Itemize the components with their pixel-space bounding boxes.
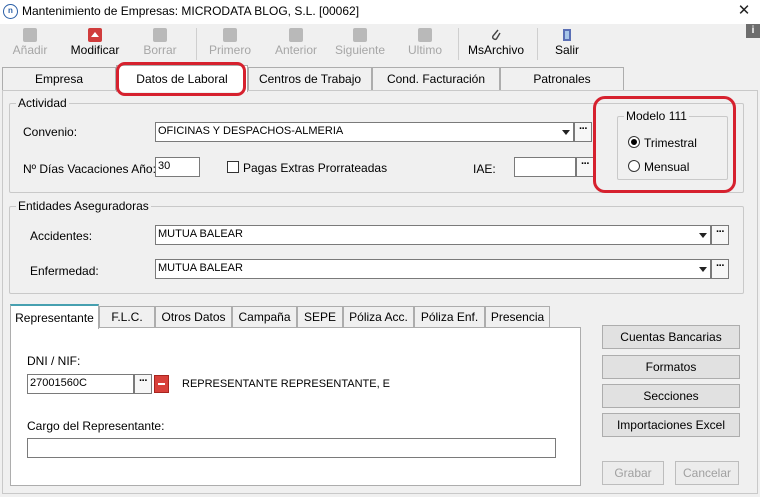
pagas-extras-checkbox[interactable] bbox=[227, 161, 239, 173]
previous-icon bbox=[289, 28, 303, 42]
subtab-poliza-acc[interactable]: Póliza Acc. bbox=[343, 306, 414, 328]
toolbar: Añadir Modificar Borrar Primero Anterior… bbox=[0, 24, 760, 64]
representante-name: REPRESENTANTE REPRESENTANTE, E bbox=[182, 378, 391, 390]
archive-button[interactable]: MsArchivo bbox=[465, 26, 527, 62]
exit-door-icon bbox=[563, 29, 571, 41]
last-icon bbox=[418, 28, 432, 42]
add-icon bbox=[23, 28, 37, 42]
cargo-label: Cargo del Representante: bbox=[27, 419, 165, 433]
last-button[interactable]: Ultimo bbox=[402, 26, 448, 62]
toolbar-separator bbox=[458, 28, 459, 60]
entidades-group: Entidades Aseguradoras bbox=[9, 199, 744, 294]
accidentes-combo[interactable]: MUTUA BALEAR bbox=[155, 225, 711, 245]
previous-button[interactable]: Anterior bbox=[270, 26, 322, 62]
chevron-down-icon[interactable] bbox=[696, 260, 710, 278]
subtab-sepe[interactable]: SEPE bbox=[297, 306, 343, 328]
subtab-campana[interactable]: Campaña bbox=[232, 306, 297, 328]
next-button[interactable]: Siguiente bbox=[333, 26, 387, 62]
first-button[interactable]: Primero bbox=[204, 26, 256, 62]
tab-centros-trabajo[interactable]: Centros de Trabajo bbox=[248, 67, 372, 91]
actividad-title: Actividad bbox=[16, 96, 69, 110]
info-icon[interactable]: i bbox=[746, 24, 760, 38]
accidentes-browse-button[interactable]: ··· bbox=[711, 225, 729, 245]
convenio-label: Convenio: bbox=[23, 125, 78, 139]
delete-icon bbox=[153, 28, 167, 42]
tab-patronales[interactable]: Patronales bbox=[500, 67, 624, 91]
pagas-extras-label: Pagas Extras Prorrateadas bbox=[243, 161, 388, 175]
tab-cond-facturacion[interactable]: Cond. Facturación bbox=[372, 67, 500, 91]
formatos-button[interactable]: Formatos bbox=[602, 355, 740, 379]
enfermedad-browse-button[interactable]: ··· bbox=[711, 259, 729, 279]
vacaciones-label: Nº Días Vacaciones Año: bbox=[23, 162, 156, 176]
next-icon bbox=[353, 28, 367, 42]
subtab-presencia[interactable]: Presencia bbox=[485, 306, 550, 328]
title-bar: n Mantenimiento de Empresas: MICRODATA B… bbox=[0, 0, 760, 24]
first-icon bbox=[223, 28, 237, 42]
enfermedad-combo[interactable]: MUTUA BALEAR bbox=[155, 259, 711, 279]
tab-datos-laboral[interactable]: Datos de Laboral bbox=[116, 65, 248, 92]
subtab-otros-datos[interactable]: Otros Datos bbox=[155, 306, 232, 328]
cancelar-button[interactable]: Cancelar bbox=[675, 461, 739, 485]
delete-button[interactable]: Borrar bbox=[138, 26, 182, 62]
exit-button[interactable]: Salir bbox=[548, 26, 586, 62]
importaciones-excel-button[interactable]: Importaciones Excel bbox=[602, 413, 740, 437]
modelo111-highlight-annotation bbox=[593, 96, 736, 193]
vacaciones-input[interactable]: 30 bbox=[155, 157, 200, 177]
convenio-browse-button[interactable]: ··· bbox=[574, 122, 592, 142]
modify-icon bbox=[88, 28, 102, 42]
chevron-down-icon[interactable] bbox=[559, 123, 573, 141]
cuentas-bancarias-button[interactable]: Cuentas Bancarias bbox=[602, 325, 740, 349]
app-icon: n bbox=[3, 4, 18, 19]
modify-button[interactable]: Modificar bbox=[64, 26, 126, 62]
toolbar-separator bbox=[196, 28, 197, 60]
enfermedad-label: Enfermedad: bbox=[30, 264, 99, 278]
dni-input[interactable]: 27001560C bbox=[27, 374, 134, 394]
subtab-flc[interactable]: F.L.C. bbox=[99, 306, 155, 328]
cargo-input[interactable] bbox=[27, 438, 556, 458]
iae-label: IAE: bbox=[473, 162, 496, 176]
dni-browse-button[interactable]: ··· bbox=[134, 374, 152, 394]
dni-label: DNI / NIF: bbox=[27, 354, 81, 368]
close-icon[interactable]: ✕ bbox=[736, 2, 752, 20]
delete-representative-icon[interactable] bbox=[154, 375, 169, 393]
iae-combo[interactable] bbox=[514, 157, 576, 177]
accidentes-label: Accidentes: bbox=[30, 229, 93, 243]
secciones-button[interactable]: Secciones bbox=[602, 384, 740, 408]
add-button[interactable]: Añadir bbox=[8, 26, 52, 62]
window-title: Mantenimiento de Empresas: MICRODATA BLO… bbox=[22, 4, 360, 18]
convenio-combo[interactable]: OFICINAS Y DESPACHOS-ALMERIA bbox=[155, 122, 574, 142]
representante-panel bbox=[10, 327, 581, 486]
iae-browse-button[interactable]: ··· bbox=[576, 157, 594, 177]
toolbar-separator bbox=[537, 28, 538, 60]
entidades-title: Entidades Aseguradoras bbox=[16, 199, 151, 213]
subtab-representante[interactable]: Representante bbox=[10, 304, 99, 329]
subtab-poliza-enf[interactable]: Póliza Enf. bbox=[414, 306, 485, 328]
grabar-button[interactable]: Grabar bbox=[602, 461, 664, 485]
chevron-down-icon[interactable] bbox=[696, 226, 710, 244]
paperclip-icon bbox=[491, 29, 501, 41]
tab-empresa[interactable]: Empresa bbox=[2, 67, 116, 91]
